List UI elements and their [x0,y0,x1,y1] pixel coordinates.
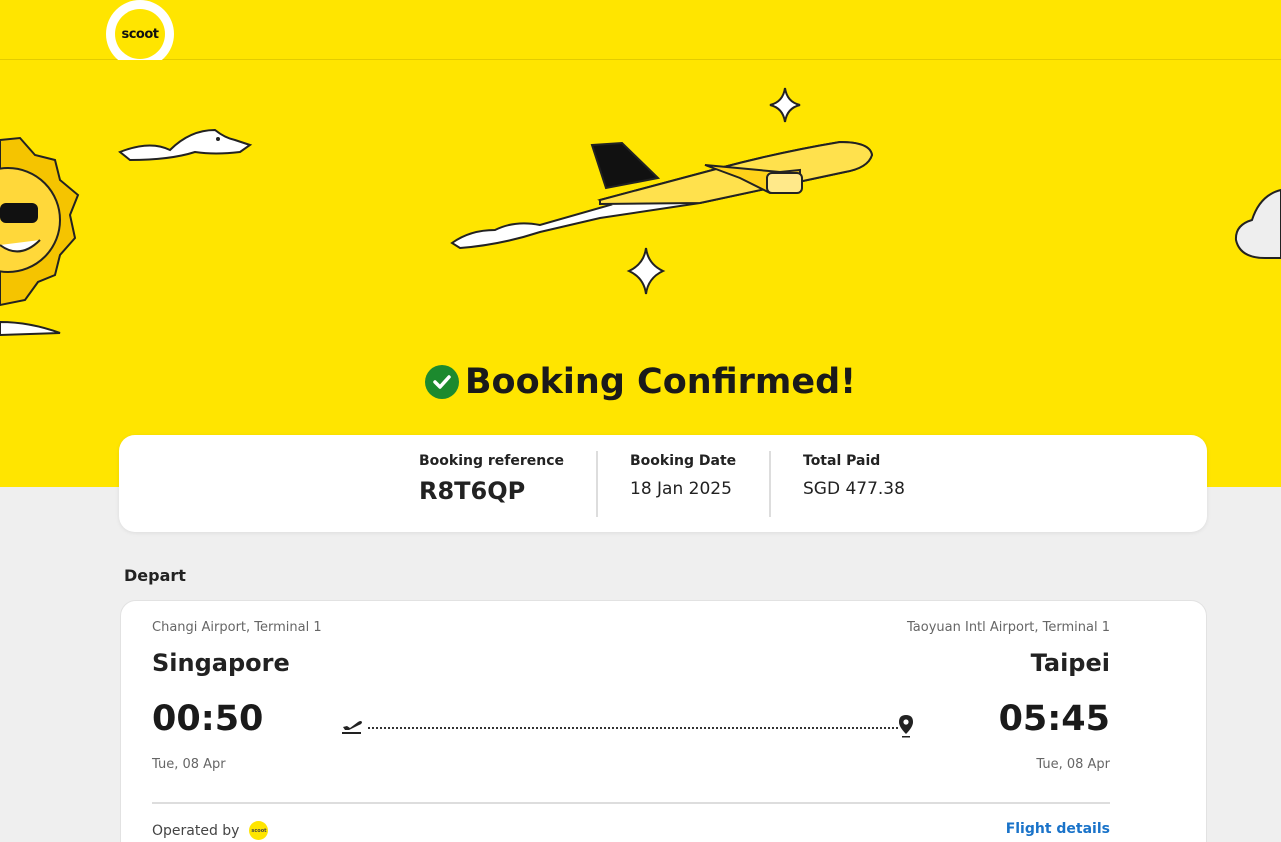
departure-date: Tue, 08 Apr [152,757,226,772]
total-paid-block: Total Paid SGD 477.38 [803,453,905,499]
location-pin-icon [897,714,915,742]
operated-by-label: Operated by [152,822,240,839]
origin-city: Singapore [152,649,290,677]
booking-date-block: Booking Date 18 Jan 2025 [630,453,736,499]
top-bar [0,0,1281,60]
airplane-illustration [450,140,874,250]
route-line [368,727,898,729]
cloud-illustration [1234,188,1281,259]
booking-reference-value: R8T6QP [419,477,526,505]
scoot-logo[interactable]: scoot [106,0,174,68]
flight-card: Changi Airport, Terminal 1 Taoyuan Intl … [120,600,1207,842]
booking-summary-card: Booking reference R8T6QP Booking Date 18… [119,435,1207,532]
hero-illustration [0,87,1281,337]
total-paid-value: SGD 477.38 [803,479,905,499]
sun-illustration [0,136,80,337]
confirmation-title: Booking Confirmed! [464,362,857,402]
booking-date-label: Booking Date [630,453,737,469]
destination-city: Taipei [1030,649,1110,677]
bird-illustration [118,128,253,162]
operated-by: Operated by scoot [152,821,269,840]
booking-reference-label: Booking reference [419,453,565,469]
total-paid-label: Total Paid [803,453,881,469]
operator-logo: scoot [249,821,269,840]
hero-banner [0,60,1281,487]
operator-logo-text: scoot [251,827,267,834]
flight-details-link[interactable]: Flight details [1006,821,1110,837]
depart-section-title: Depart [124,566,186,585]
check-circle-icon [424,365,459,399]
arrival-date: Tue, 08 Apr [1036,757,1110,772]
departure-time: 00:50 [152,699,264,739]
destination-airport: Taoyuan Intl Airport, Terminal 1 [907,620,1110,635]
plane-takeoff-icon [341,715,363,739]
card-divider [152,802,1110,804]
booking-reference-block: Booking reference R8T6QP [419,453,564,505]
summary-divider [769,451,771,517]
booking-date-value: 18 Jan 2025 [630,479,732,499]
confirmation-heading: Booking Confirmed! [0,362,1281,402]
origin-airport: Changi Airport, Terminal 1 [152,620,322,635]
summary-divider [596,451,598,517]
arrival-time: 05:45 [998,699,1110,739]
logo-text: scoot [115,9,165,59]
